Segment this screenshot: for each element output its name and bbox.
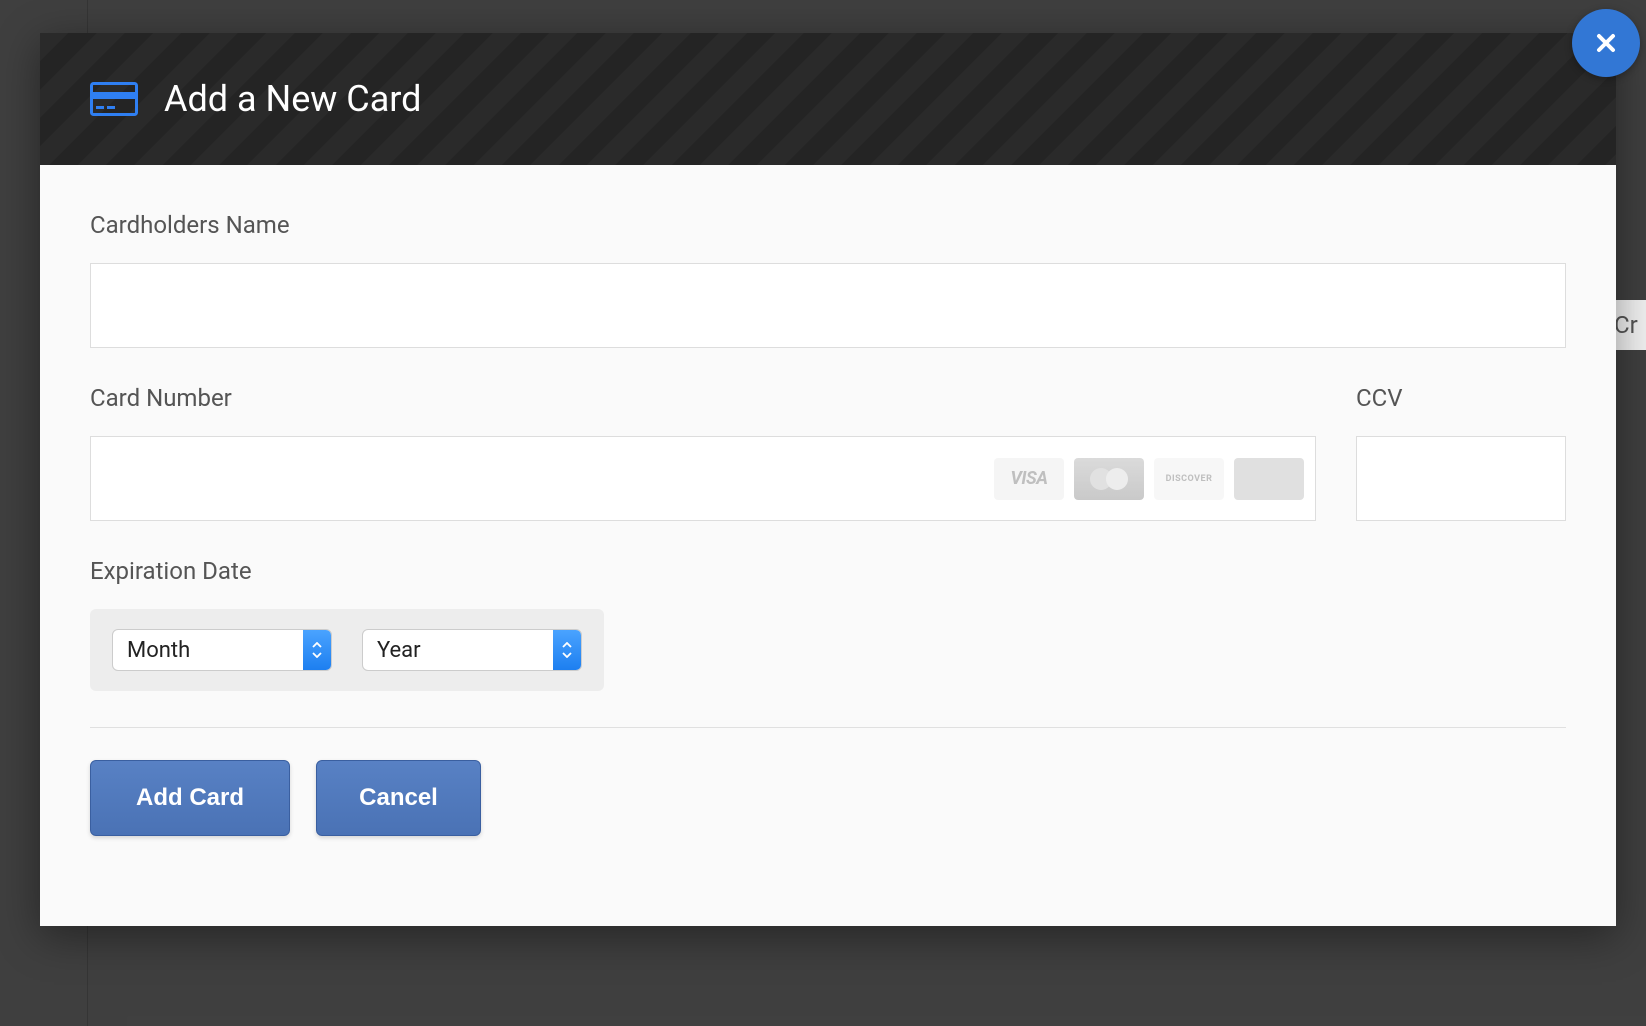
expiration-box: Month Year	[90, 609, 604, 691]
add-card-modal: Add a New Card Cardholders Name Card Num…	[40, 33, 1616, 926]
expiration-year-select[interactable]: Year	[362, 629, 582, 671]
expiration-month-select[interactable]: Month	[112, 629, 332, 671]
cardholder-name-input[interactable]	[90, 263, 1566, 348]
year-selected-value: Year	[363, 638, 553, 663]
expiration-label: Expiration Date	[90, 557, 1566, 585]
button-row: Add Card Cancel	[90, 760, 1566, 836]
add-card-button[interactable]: Add Card	[90, 760, 290, 836]
divider	[90, 727, 1566, 728]
modal-body: Cardholders Name Card Number VISA DISCOV…	[40, 165, 1616, 876]
discover-icon: DISCOVER	[1154, 458, 1224, 500]
select-arrows-icon	[303, 630, 331, 670]
ccv-label: CCV	[1356, 384, 1566, 412]
amex-icon	[1234, 458, 1304, 500]
modal-title: Add a New Card	[164, 78, 421, 120]
close-icon	[1594, 31, 1618, 55]
card-brand-icons: VISA DISCOVER	[994, 458, 1304, 500]
close-button[interactable]	[1572, 9, 1640, 77]
cardholder-name-label: Cardholders Name	[90, 211, 1566, 239]
mastercard-icon	[1074, 458, 1144, 500]
credit-card-icon	[90, 82, 138, 116]
visa-icon: VISA	[994, 458, 1064, 500]
expiration-group: Expiration Date Month Year	[90, 557, 1566, 691]
ccv-input[interactable]	[1356, 436, 1566, 521]
cardholder-name-group: Cardholders Name	[90, 211, 1566, 348]
cancel-button[interactable]: Cancel	[316, 760, 481, 836]
select-arrows-icon	[553, 630, 581, 670]
card-number-label: Card Number	[90, 384, 1316, 412]
card-number-group: Card Number VISA DISCOVER	[90, 384, 1316, 521]
modal-header: Add a New Card	[40, 33, 1616, 165]
month-selected-value: Month	[113, 638, 303, 663]
ccv-group: CCV	[1356, 384, 1566, 521]
